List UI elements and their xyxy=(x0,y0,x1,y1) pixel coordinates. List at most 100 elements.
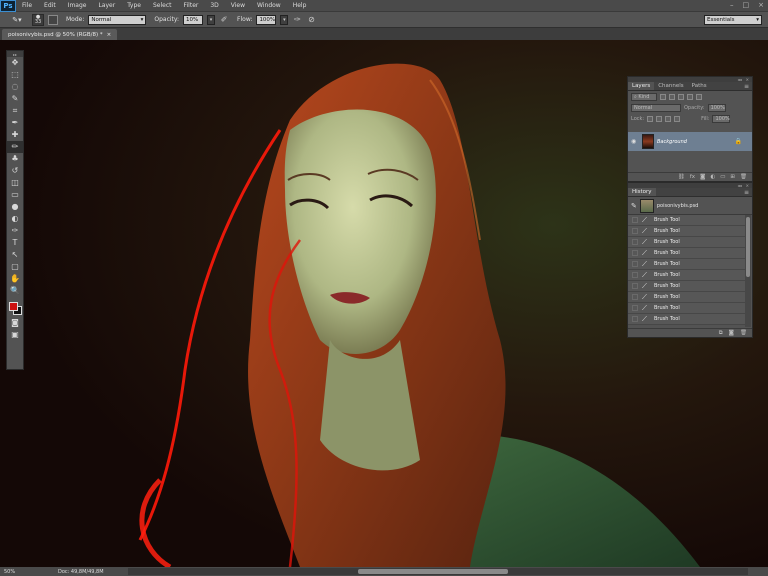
clone-stamp-tool-icon[interactable]: ♣ xyxy=(7,153,23,165)
history-source-checkbox[interactable] xyxy=(632,305,638,311)
fill-field[interactable]: 100% xyxy=(712,114,731,123)
layer-opacity-field[interactable]: 100% xyxy=(707,103,726,112)
screen-mode-icon[interactable]: ▣ xyxy=(7,329,23,341)
eraser-tool-icon[interactable]: ◫ xyxy=(7,177,23,189)
blur-tool-icon[interactable]: ● xyxy=(7,201,23,213)
gradient-tool-icon[interactable]: ▭ xyxy=(7,189,23,201)
history-source-checkbox[interactable] xyxy=(632,250,638,256)
history-item[interactable]: ⟋ Brush Tool xyxy=(628,226,745,237)
lock-position-icon[interactable] xyxy=(665,115,672,122)
move-tool-icon[interactable]: ✥ xyxy=(7,57,23,69)
history-item[interactable]: ⟋ Brush Tool xyxy=(628,248,745,259)
fx-icon[interactable]: fx xyxy=(690,174,695,180)
lasso-tool-icon[interactable]: ◌ xyxy=(7,81,23,93)
history-scroll-thumb[interactable] xyxy=(746,217,750,277)
menu-filter[interactable]: Filter xyxy=(178,2,205,9)
history-item[interactable]: ⟋ Brush Tool xyxy=(628,259,745,270)
shape-tool-icon[interactable]: ▢ xyxy=(7,261,23,273)
minimize-button[interactable]: – xyxy=(730,1,734,9)
history-item[interactable]: ⟋ Brush Tool xyxy=(628,237,745,248)
tab-layers[interactable]: Layers xyxy=(628,82,655,90)
layer-row-background[interactable]: ◉ Background 🔒 xyxy=(628,132,752,151)
history-brush-source-icon[interactable]: ✎ xyxy=(631,202,637,210)
menu-edit[interactable]: Edit xyxy=(38,2,62,9)
trash-icon[interactable]: 🗑 xyxy=(740,174,747,180)
history-item[interactable]: ⟋ Brush Tool xyxy=(628,281,745,292)
pressure-opacity-icon[interactable]: ✐ xyxy=(219,15,229,25)
brush-size-picker[interactable]: ● 33 xyxy=(32,13,44,26)
tab-paths[interactable]: Paths xyxy=(688,82,711,90)
history-brush-tool-icon[interactable]: ↺ xyxy=(7,165,23,177)
quick-mask-icon[interactable]: ◙ xyxy=(7,317,23,329)
menu-file[interactable]: File xyxy=(16,2,38,9)
foreground-color-swatch[interactable] xyxy=(9,302,18,311)
adjustment-layer-icon[interactable]: ◐ xyxy=(710,174,715,180)
document-tab[interactable]: poisonivybis.psd @ 50% (RGB/8) * × xyxy=(2,29,118,40)
menu-image[interactable]: Image xyxy=(62,2,93,9)
pressure-size-icon[interactable]: ⊘ xyxy=(306,15,316,25)
smart-filter-icon[interactable] xyxy=(696,93,702,100)
history-item[interactable]: ⟋ Brush Tool xyxy=(628,215,745,226)
horizontal-scrollbar[interactable] xyxy=(128,568,748,575)
tab-channels[interactable]: Channels xyxy=(654,82,687,90)
menu-select[interactable]: Select xyxy=(147,2,178,9)
marquee-tool-icon[interactable]: ⬚ xyxy=(7,69,23,81)
hand-tool-icon[interactable]: ✋ xyxy=(7,273,23,285)
lock-transparent-icon[interactable] xyxy=(647,115,654,122)
close-button[interactable]: × xyxy=(758,1,764,9)
menu-view[interactable]: View xyxy=(225,2,251,9)
history-source-checkbox[interactable] xyxy=(632,239,638,245)
menu-3d[interactable]: 3D xyxy=(204,2,224,9)
history-source-checkbox[interactable] xyxy=(632,261,638,267)
horizontal-scroll-thumb[interactable] xyxy=(358,569,508,574)
opacity-field[interactable]: 10% xyxy=(183,14,204,25)
lock-all-icon[interactable] xyxy=(674,115,681,122)
snapshot-icon[interactable]: ◙ xyxy=(729,330,734,336)
close-tab-icon[interactable]: × xyxy=(107,32,112,38)
new-layer-icon[interactable]: ⊞ xyxy=(730,174,735,180)
crop-tool-icon[interactable]: ⌗ xyxy=(7,105,23,117)
mode-select[interactable]: Normal ▾ xyxy=(88,14,147,25)
history-source-checkbox[interactable] xyxy=(632,272,638,278)
history-snapshot[interactable]: ✎ poisonivybis.psd xyxy=(628,197,752,215)
dodge-tool-icon[interactable]: ◐ xyxy=(7,213,23,225)
history-source-checkbox[interactable] xyxy=(632,283,638,289)
flow-dropdown[interactable]: ▾ xyxy=(280,14,289,25)
menu-type[interactable]: Type xyxy=(121,2,147,9)
quick-select-tool-icon[interactable]: ✎ xyxy=(7,93,23,105)
history-item[interactable]: ⟋ Brush Tool xyxy=(628,292,745,303)
tool-preset-picker[interactable]: ✎▾ xyxy=(6,14,28,26)
airbrush-icon[interactable]: ✑ xyxy=(292,15,302,25)
menu-layer[interactable]: Layer xyxy=(92,2,121,9)
adjustment-filter-icon[interactable] xyxy=(669,93,675,100)
history-scrollbar[interactable] xyxy=(745,215,751,327)
eyedropper-tool-icon[interactable]: ✒ xyxy=(7,117,23,129)
history-source-checkbox[interactable] xyxy=(632,217,638,223)
shape-filter-icon[interactable] xyxy=(687,93,693,100)
history-source-checkbox[interactable] xyxy=(632,228,638,234)
type-tool-icon[interactable]: T xyxy=(7,237,23,249)
opacity-dropdown[interactable]: ▾ xyxy=(207,14,216,25)
pixel-filter-icon[interactable] xyxy=(660,93,666,100)
menu-help[interactable]: Help xyxy=(287,2,313,9)
panel-menu-icon[interactable]: ≡ xyxy=(744,189,749,196)
healing-tool-icon[interactable]: ✚ xyxy=(7,129,23,141)
blend-mode-select[interactable]: Normal xyxy=(631,103,681,112)
path-select-tool-icon[interactable]: ↖ xyxy=(7,249,23,261)
brush-panel-toggle[interactable] xyxy=(48,14,58,25)
brush-tool-icon[interactable]: ✏ xyxy=(7,141,23,153)
trash-icon[interactable]: 🗑 xyxy=(740,330,747,336)
type-filter-icon[interactable] xyxy=(678,93,684,100)
group-icon[interactable]: ▭ xyxy=(720,174,725,180)
link-layers-icon[interactable]: ⛓ xyxy=(678,174,685,180)
new-document-from-state-icon[interactable]: ⧉ xyxy=(719,330,723,337)
tab-history[interactable]: History xyxy=(628,188,656,196)
lock-pixels-icon[interactable] xyxy=(656,115,663,122)
workspace-switcher[interactable]: Essentials ▾ xyxy=(704,15,762,25)
zoom-tool-icon[interactable]: 🔍 xyxy=(7,285,23,297)
kind-filter[interactable]: ⌕ Kind xyxy=(631,92,657,101)
add-mask-icon[interactable]: ◙ xyxy=(700,174,705,180)
history-item[interactable]: ⟋ Brush Tool xyxy=(628,314,745,325)
pen-tool-icon[interactable]: ✑ xyxy=(7,225,23,237)
zoom-field[interactable]: 50% xyxy=(0,569,22,575)
